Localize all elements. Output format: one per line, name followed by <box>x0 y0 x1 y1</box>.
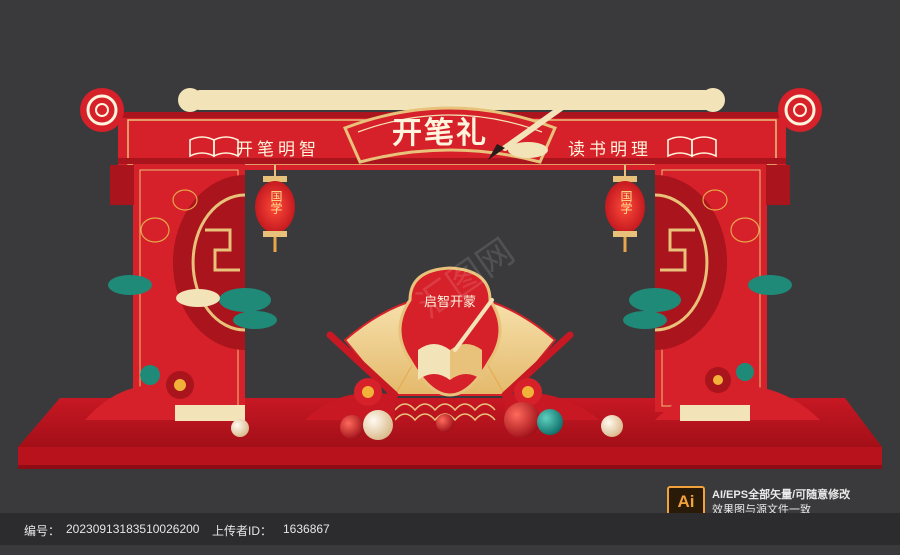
footer-bar: 编号： 20230913183510026200 上传者ID： 1636867 <box>0 513 900 545</box>
cloud-swirl-left <box>176 289 220 307</box>
footer-uploader-label: 上传者ID： <box>212 524 273 538</box>
lantern-right-label: 国学 <box>619 190 633 214</box>
cloud-swirl-title <box>508 142 548 158</box>
page-title: 开笔礼 <box>392 116 488 151</box>
footer-uploader-value: 1636867 <box>283 522 330 536</box>
scroll-foot-right <box>680 405 750 421</box>
scroll-foot-left <box>175 405 245 421</box>
scroll-curl-left <box>80 88 124 132</box>
footer-id-value: 20230913183510026200 <box>66 522 200 536</box>
peony-center-left <box>354 378 382 406</box>
banner-left-text: 开笔明智 <box>236 140 320 160</box>
banner-right-text: 读书明理 <box>568 140 652 160</box>
peony-center-right <box>514 378 542 406</box>
footer-id-label: 编号： <box>24 524 61 538</box>
lantern-left-label: 国学 <box>269 190 283 214</box>
scroll-curl-right <box>778 88 822 132</box>
format-info-line1: AI/EPS全部矢量/可随意修改 <box>712 489 851 501</box>
